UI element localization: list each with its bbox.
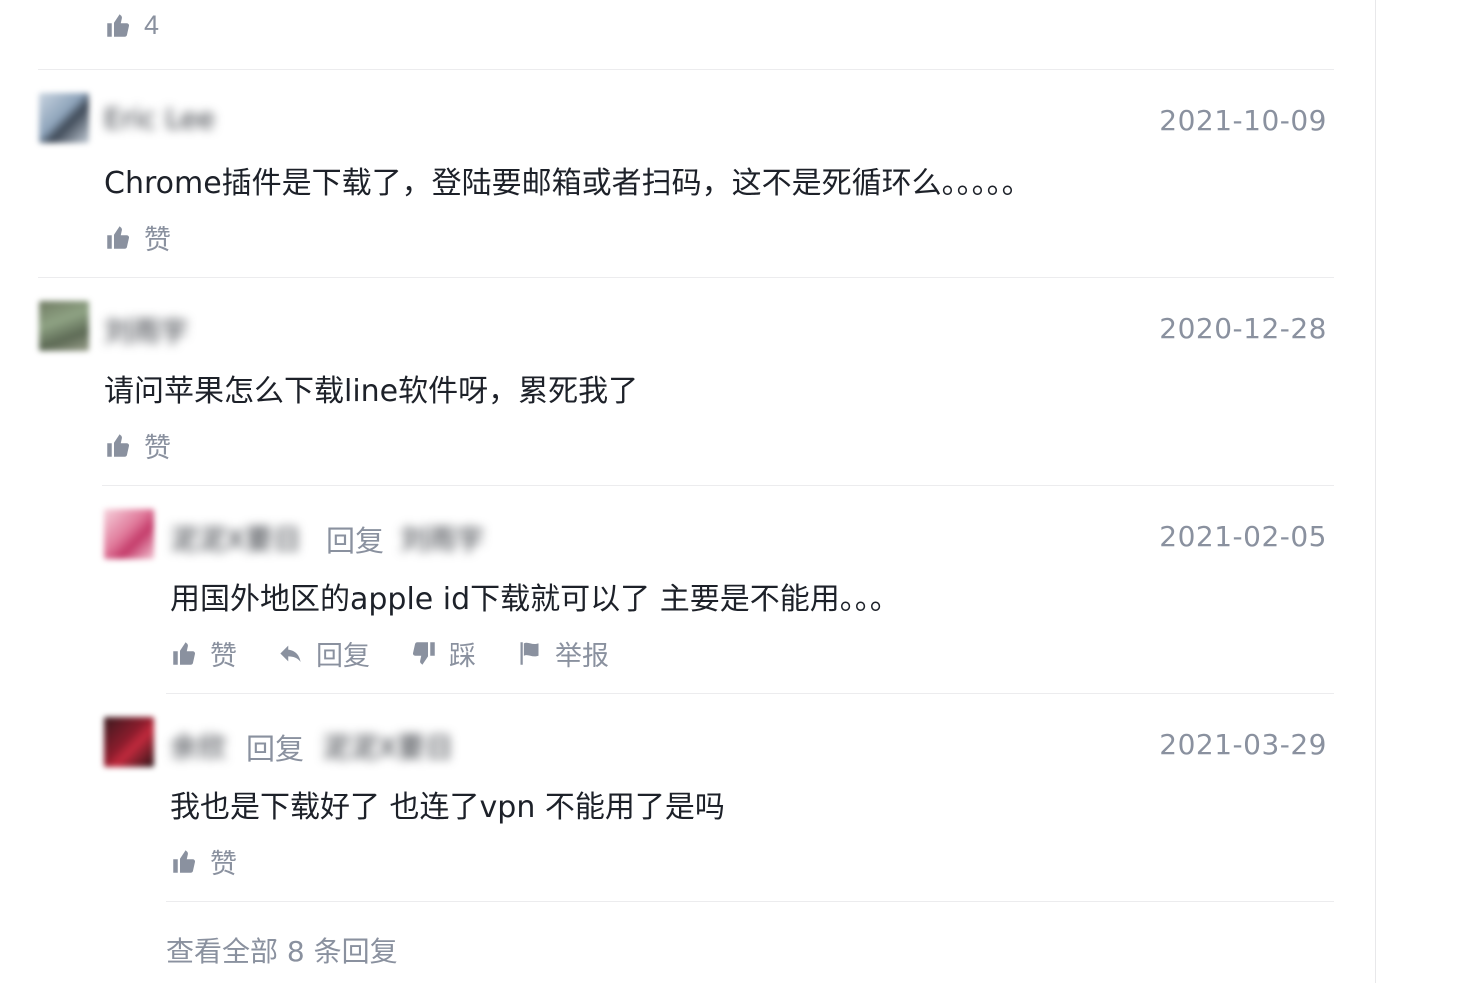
reply-text: 用国外地区的apple id下载就可以了 主要是不能用。。。	[170, 582, 900, 617]
thumbs-down-icon	[410, 640, 437, 667]
reply-date: 2021-02-05	[1159, 520, 1327, 553]
reply-author[interactable]: 余欣	[170, 726, 226, 766]
comment-date: 2020-12-28	[1159, 312, 1327, 345]
reply-target-author[interactable]: 泥泥X要日	[322, 726, 453, 766]
report-button[interactable]: 举报	[516, 634, 609, 673]
reply-to-label: 回复	[326, 524, 385, 558]
avatar[interactable]	[104, 717, 154, 767]
reply-author[interactable]: 泥泥X要日	[170, 518, 301, 558]
dislike-label: 踩	[449, 641, 476, 672]
comment-text: Chrome插件是下载了，登陆要邮箱或者扫码，这不是死循环么。。。。。	[104, 166, 1032, 201]
reply-button[interactable]: 回复	[277, 634, 370, 673]
divider	[38, 69, 1334, 70]
like-button[interactable]: 赞	[105, 426, 171, 465]
right-rail	[1375, 0, 1479, 983]
comment-actions: 赞	[105, 218, 211, 257]
like-button[interactable]: 赞	[171, 634, 237, 673]
report-label: 举报	[555, 641, 609, 672]
like-label: 赞	[210, 849, 237, 880]
comment-author[interactable]: Eric Lee	[104, 102, 215, 135]
reply-date: 2021-03-29	[1159, 728, 1327, 761]
like-button[interactable]: 4	[105, 10, 159, 41]
like-label: 赞	[210, 641, 237, 672]
flag-icon	[516, 640, 543, 667]
reply-arrow-icon	[277, 640, 304, 667]
like-button[interactable]: 赞	[171, 842, 237, 881]
comment-author[interactable]: 刘雨宇	[104, 310, 188, 350]
reply-actions: 赞 回复 踩 举报	[171, 634, 649, 673]
thumbs-up-icon	[171, 848, 198, 875]
reply-actions: 赞	[171, 842, 277, 881]
thumbs-up-icon	[105, 12, 132, 39]
view-all-replies-link[interactable]: 查看全部 8 条回复	[166, 930, 398, 970]
thumbs-up-icon	[105, 432, 132, 459]
reply-target-author[interactable]: 刘雨宇	[400, 518, 484, 558]
reply-to-label: 回复	[246, 732, 305, 766]
comment-date: 2021-10-09	[1159, 104, 1327, 137]
comment-text: 请问苹果怎么下载line软件呀，累死我了	[104, 374, 639, 409]
reply-text: 我也是下载好了 也连了vpn 不能用了是吗	[170, 790, 725, 825]
divider	[38, 277, 1334, 278]
divider	[166, 901, 1334, 902]
dislike-button[interactable]: 踩	[410, 634, 476, 673]
like-label: 赞	[144, 225, 171, 256]
thumbs-up-icon	[171, 640, 198, 667]
divider	[102, 485, 1334, 486]
like-button[interactable]: 赞	[105, 218, 171, 257]
thumbs-up-icon	[105, 224, 132, 251]
avatar[interactable]	[39, 93, 89, 143]
comment-actions: 赞	[105, 426, 211, 465]
reply-label: 回复	[316, 641, 370, 672]
divider	[166, 693, 1334, 694]
avatar[interactable]	[104, 509, 154, 559]
like-count: 4	[144, 10, 160, 40]
like-label: 赞	[144, 433, 171, 464]
avatar[interactable]	[39, 301, 89, 351]
prev-comment-actions: 4	[105, 10, 199, 41]
